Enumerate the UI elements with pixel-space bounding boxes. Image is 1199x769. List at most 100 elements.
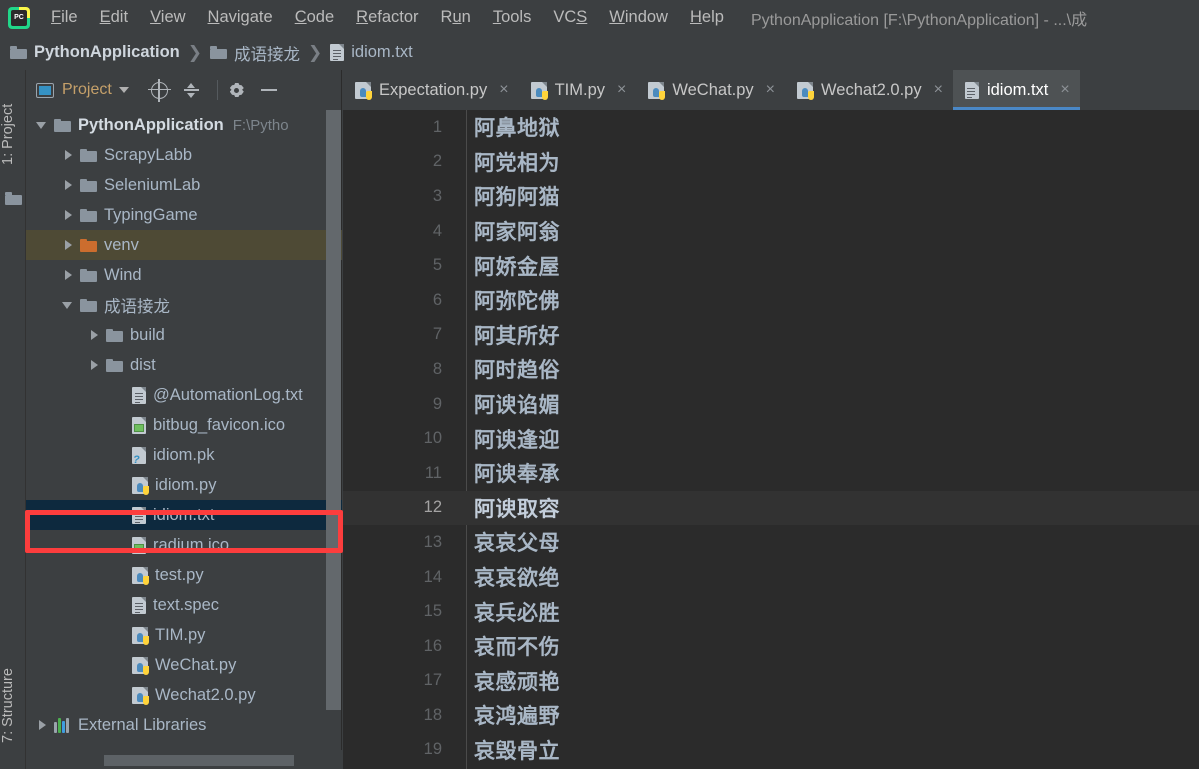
close-icon[interactable]: ×	[934, 81, 943, 99]
tree-node-venv[interactable]: venv	[26, 230, 342, 260]
tree-node-wind[interactable]: Wind	[26, 260, 342, 290]
tree-node-radium.ico[interactable]: radium.ico	[26, 530, 342, 560]
editor-line[interactable]: 1 阿鼻地狱	[343, 110, 1199, 145]
editor-line[interactable]: 7 阿其所好	[343, 318, 1199, 353]
editor-line[interactable]: 17 哀感顽艳	[343, 664, 1199, 699]
menu-item-window[interactable]: Window	[598, 5, 679, 30]
menu-item-edit[interactable]: Edit	[89, 5, 139, 30]
editor-line[interactable]: 19 哀毁骨立	[343, 733, 1199, 768]
tree-node-[interactable]: 成语接龙	[26, 290, 342, 320]
hide-panel-button[interactable]	[256, 77, 282, 103]
scrollbar-thumb[interactable]	[326, 110, 341, 710]
tree-node-scrapylabb[interactable]: ScrapyLabb	[26, 140, 342, 170]
settings-button[interactable]	[224, 77, 250, 103]
project-tree-horizontal-scrollbar[interactable]	[26, 750, 342, 769]
menu-item-help[interactable]: Help	[679, 5, 735, 30]
project-tree[interactable]: PythonApplication F:\Pytho ScrapyLabb Selen…	[26, 110, 342, 750]
line-text: 哀毁骨立	[474, 738, 560, 763]
tree-node-tim.py[interactable]: TIM.py	[26, 620, 342, 650]
twisty-closed-icon[interactable]	[88, 329, 101, 342]
editor-line[interactable]: 5 阿娇金屋	[343, 248, 1199, 283]
editor-line[interactable]: 9 阿谀谄媚	[343, 387, 1199, 422]
tree-node-idiom.pk[interactable]: ? idiom.pk	[26, 440, 342, 470]
twisty-closed-icon[interactable]	[62, 239, 75, 252]
close-icon[interactable]: ×	[1060, 81, 1069, 99]
menu-item-tools[interactable]: Tools	[482, 5, 543, 30]
menu-item-vcs[interactable]: VCS	[542, 5, 598, 30]
editor-tab-wechat.py[interactable]: WeChat.py ×	[636, 70, 785, 110]
editor-tab-expectation.py[interactable]: Expectation.py ×	[343, 70, 519, 110]
menu-item-file[interactable]: File	[40, 5, 89, 30]
tree-node-wechat.py[interactable]: WeChat.py	[26, 650, 342, 680]
editor-line[interactable]: 8 阿时趋俗	[343, 352, 1199, 387]
twisty-closed-icon[interactable]	[62, 209, 75, 222]
editor-line[interactable]: 2 阿党相为	[343, 145, 1199, 180]
close-icon[interactable]: ×	[766, 81, 775, 99]
menu-item-run[interactable]: Run	[430, 5, 482, 30]
tree-node-test.py[interactable]: test.py	[26, 560, 342, 590]
close-icon[interactable]: ×	[499, 81, 508, 99]
project-tree-vertical-scrollbar[interactable]	[326, 110, 341, 750]
menu-item-refactor[interactable]: Refactor	[345, 5, 429, 30]
twisty-closed-icon[interactable]	[62, 269, 75, 282]
editor-line[interactable]: 11 阿谀奉承	[343, 456, 1199, 491]
tree-node-dist[interactable]: dist	[26, 350, 342, 380]
folder-icon	[106, 328, 123, 342]
breadcrumb-item-project[interactable]: PythonApplication	[10, 43, 180, 62]
menu-item-view[interactable]: View	[139, 5, 196, 30]
editor-line[interactable]: 13 哀哀父母	[343, 525, 1199, 560]
editor-tab-label: Wechat2.0.py	[821, 80, 922, 99]
editor-line[interactable]: 4 阿家阿翁	[343, 214, 1199, 249]
close-icon[interactable]: ×	[617, 81, 626, 99]
editor-line[interactable]: 10 阿谀逢迎	[343, 421, 1199, 456]
editor-line[interactable]: 14 哀哀欲绝	[343, 560, 1199, 595]
editor-line[interactable]: 6 阿弥陀佛	[343, 283, 1199, 318]
sidebar-tab-structure-label: 7: Structure	[0, 668, 16, 744]
tree-node-typinggame[interactable]: TypingGame	[26, 200, 342, 230]
tree-node-label: bitbug_favicon.ico	[153, 415, 286, 434]
tree-node-bitbugfavicon.ico[interactable]: bitbug_favicon.ico	[26, 410, 342, 440]
tree-node-pythonapplication[interactable]: PythonApplication F:\Pytho	[26, 110, 342, 140]
menu-item-code[interactable]: Code	[284, 5, 345, 30]
twisty-open-icon[interactable]	[36, 119, 49, 132]
editor-line[interactable]: 3 阿狗阿猫	[343, 179, 1199, 214]
tree-node-wechat2.0.py[interactable]: Wechat2.0.py	[26, 680, 342, 710]
tree-node-text.spec[interactable]: text.spec	[26, 590, 342, 620]
editor-tab-idiom.txt[interactable]: idiom.txt ×	[952, 70, 1080, 110]
twisty-closed-icon[interactable]	[88, 359, 101, 372]
twisty-closed-icon[interactable]	[36, 719, 49, 732]
collapse-all-button[interactable]	[179, 77, 205, 103]
sidebar-tab-project[interactable]: 1: Project	[0, 84, 26, 184]
editor-tab-tim.py[interactable]: TIM.py ×	[519, 70, 637, 110]
tree-node-label: text.spec	[153, 595, 220, 614]
scrollbar-thumb[interactable]	[104, 755, 294, 766]
editor-content[interactable]: 1 阿鼻地狱 2 阿党相为 3 阿狗阿猫 4 阿家阿翁 5 阿娇金屋 6 阿弥陀佛 7 阿其所好 8 阿时趋俗…	[343, 110, 1199, 769]
breadcrumb-item-folder[interactable]: 成语接龙	[210, 41, 300, 65]
editor-line[interactable]: 15 哀兵必胜	[343, 594, 1199, 629]
tree-node-seleniumlab[interactable]: SeleniumLab	[26, 170, 342, 200]
tree-node-automationlog.txt[interactable]: @AutomationLog.txt	[26, 380, 342, 410]
line-text: 哀而不伤	[474, 635, 560, 660]
sidebar-tab-structure[interactable]: 7: Structure	[0, 651, 26, 761]
tree-node-idiom.py[interactable]: idiom.py	[26, 470, 342, 500]
editor-line[interactable]: 18 哀鸿遍野	[343, 698, 1199, 733]
twisty-closed-icon[interactable]	[62, 149, 75, 162]
chevron-down-icon[interactable]	[118, 87, 129, 93]
tree-node-build[interactable]: build	[26, 320, 342, 350]
locate-file-button[interactable]	[147, 77, 173, 103]
menu-item-navigate[interactable]: Navigate	[197, 5, 284, 30]
twisty-closed-icon[interactable]	[62, 179, 75, 192]
editor-line[interactable]: 16 哀而不伤	[343, 629, 1199, 664]
breadcrumb-label: 成语接龙	[234, 45, 300, 64]
twisty-open-icon[interactable]	[62, 299, 75, 312]
tree-node-label: PythonApplication	[78, 115, 224, 134]
tree-node-externallibraries[interactable]: External Libraries	[26, 710, 342, 740]
tree-node-label: idiom.txt	[153, 505, 215, 524]
editor-line[interactable]: 12 阿谀取容	[343, 490, 1199, 526]
tree-node-idiom.txt[interactable]: idiom.txt	[26, 500, 342, 530]
breadcrumb-item-file[interactable]: idiom.txt	[330, 43, 413, 62]
editor-tab-wechat2.0.py[interactable]: Wechat2.0.py ×	[785, 70, 953, 110]
line-text: 阿狗阿猫	[474, 185, 560, 210]
